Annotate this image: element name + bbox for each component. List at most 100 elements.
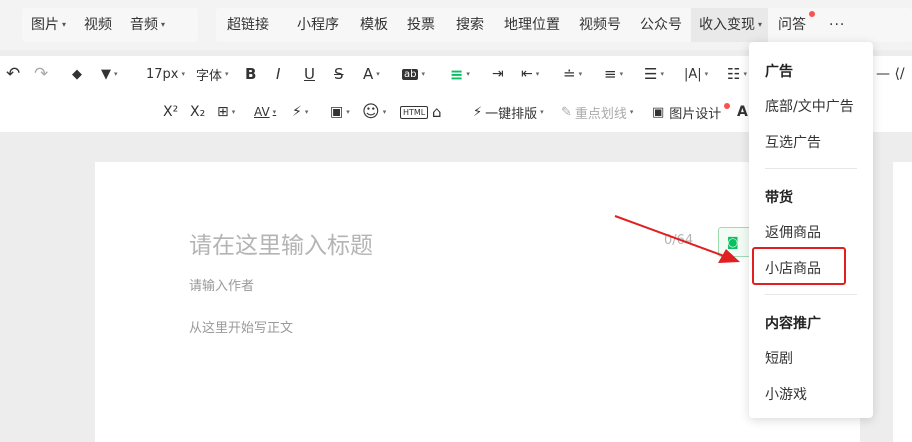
image-design-label: 图片设计 [669,106,722,122]
more-button[interactable]: ··· [815,8,854,42]
menu-template[interactable]: 模板 [348,8,397,42]
menu-audio-label: 音频 [130,17,159,33]
table-icon: ⊞ [217,104,229,120]
outdent-button[interactable]: ⇤ ▾ [521,56,539,92]
highlight-button[interactable]: ✎ 重点划线 ▾ [561,92,633,132]
clear-format-button[interactable]: ▼ ▾ [101,56,118,92]
format-brush-icon: ◆ [72,66,82,82]
item-mini-game[interactable]: 小游戏 [765,384,807,404]
letter-spacing-button[interactable]: ☰ ▾ [644,56,664,92]
paragraph-spacing-button[interactable]: ≡ ▾ [604,56,623,92]
table-button[interactable]: ⊞ ▾ [217,92,235,132]
menu-search[interactable]: 搜索 [444,8,493,42]
align-button[interactable]: ≡ ▾ [450,56,470,92]
menu-qa[interactable]: 问答 [768,8,816,42]
text-direction-icon: |A| [684,66,702,82]
ai-button[interactable]: A [737,92,748,132]
item-mutual-ads[interactable]: 互选广告 [765,132,821,152]
font-family-select[interactable]: 字体 ▾ [196,56,229,92]
one-key-layout-label: 一键排版 [485,106,538,122]
indent-button[interactable]: ⇥ [492,56,504,92]
outdent-icon: ⇤ [521,66,533,82]
subscript-button[interactable]: X₂ [190,92,205,132]
menu-qa-label: 问答 [778,17,807,33]
menu-income[interactable]: 收入变现 ▾ [691,8,769,42]
text-direction-button[interactable]: |A| ▾ [684,56,708,92]
divider [765,168,857,169]
menu-location-label: 地理位置 [504,17,560,33]
menu-video-label: 视频 [84,17,113,33]
author-input[interactable]: 请输入作者 [189,275,254,294]
dash-icon: — ⟨/ [876,66,905,82]
redo-button[interactable]: ↷ [34,56,48,92]
menu-location[interactable]: 地理位置 [493,8,569,42]
chart-icon: ▣ [330,104,344,120]
editor-paper [95,162,860,442]
chart-button[interactable]: ▣ ▾ [330,92,350,132]
magic-button[interactable]: ⚡ ▾ [292,92,308,132]
menu-video[interactable]: 视频 [75,8,121,42]
menu-channels-label: 视频号 [579,17,621,33]
menu-audio[interactable]: 音频 ▾ [121,8,174,42]
char-spacing-button[interactable]: AV ▾ [254,92,276,132]
section-head-ads: 广告 [765,64,793,80]
line-height-icon: ≐ [563,65,576,83]
paragraph-spacing-icon: ≡ [604,65,617,83]
bg-color-button[interactable]: ab ▾ [402,56,425,92]
menu-template-label: 模板 [360,17,388,33]
highlight-label: 重点划线 [574,106,627,122]
bold-button[interactable]: B [245,56,256,92]
chevron-down-icon: ▾ [62,20,67,29]
menu-official-account-label: 公众号 [640,17,682,33]
undo-button[interactable]: ↶ [6,56,20,92]
bag-icon: ⌂ [432,103,442,121]
item-commission-goods[interactable]: 返佣商品 [765,222,821,242]
divider [765,294,857,295]
menu-channels[interactable]: 视频号 [569,8,630,42]
one-key-layout-button[interactable]: ⚡ 一键排版 ▾ [473,92,544,132]
html-icon: HTML [400,105,429,119]
font-size-select[interactable]: 17px ▾ [146,56,185,92]
menu-official-account[interactable]: 公众号 [630,8,691,42]
superscript-button[interactable]: X² [163,92,178,132]
font-color-icon: A [363,65,374,83]
bag-button[interactable]: ⌂ [432,92,442,132]
strikethrough-button[interactable]: S [334,56,344,92]
highlight-box [752,247,846,285]
letter-spacing-icon: ☰ [644,65,658,83]
undo-icon: ↶ [6,64,21,84]
item-bottom-ads[interactable]: 底部/文中广告 [765,96,854,116]
italic-button[interactable]: I [276,56,280,92]
title-counter: 0/64 [664,233,694,248]
html-button[interactable]: HTML [400,92,429,132]
italic-icon: I [276,65,281,83]
title-input[interactable]: 请在这里输入标题 [189,226,373,260]
font-color-button[interactable]: A ▾ [363,56,380,92]
item-short-drama[interactable]: 短剧 [765,348,793,368]
menu-search-label: 搜索 [456,17,484,33]
income-dropdown: 广告 底部/文中广告 互选广告 带货 返佣商品 小店商品 内容推广 短剧 小游戏 [749,42,873,418]
underline-button[interactable]: U [304,56,315,92]
menu-hyperlink[interactable]: 超链接 [216,8,278,42]
body-input[interactable]: 从这里开始写正文 [189,317,293,336]
font-family-value: 字体 [196,68,223,84]
menu-vote[interactable]: 投票 [397,8,444,42]
list-icon: ☷ [727,65,741,83]
menu-image-label: 图片 [31,17,59,33]
media-group: 图片 ▾ 视频 音频 ▾ [22,8,198,42]
toolbar-extra[interactable]: — ⟨/ [876,56,905,92]
menu-image[interactable]: 图片 ▾ [22,8,75,42]
pen-icon: ✎ [561,104,572,120]
format-brush-button[interactable]: ◆ [72,56,82,92]
line-height-button[interactable]: ≐ ▾ [563,56,582,92]
indent-icon: ⇥ [492,66,504,82]
section-head-goods: 带货 [765,190,793,206]
emoji-button[interactable]: ☺ ▾ [362,92,386,132]
list-button[interactable]: ☷ ▾ [727,56,747,92]
bold-icon: B [245,65,257,83]
image-design-button[interactable]: ▣ 图片设计 [652,92,731,132]
clear-format-icon: ▼ [101,66,111,82]
image-icon: ▣ [652,104,665,120]
font-size-value: 17px [146,66,179,82]
menu-miniprogram[interactable]: 小程序 [278,8,348,42]
